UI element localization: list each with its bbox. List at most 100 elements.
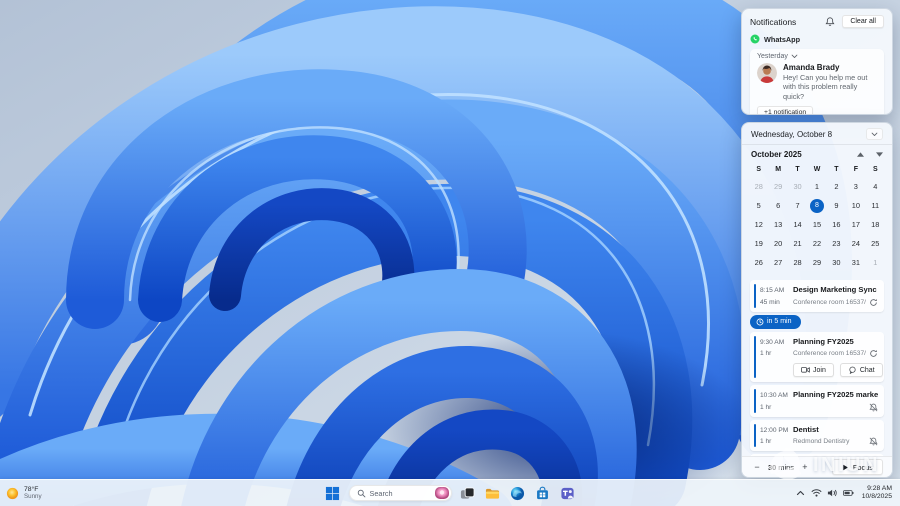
chat-button[interactable]: Chat: [839, 363, 883, 377]
tray-time: 9:28 AM: [867, 484, 892, 492]
calendar-day[interactable]: 2: [827, 177, 846, 196]
calendar-day[interactable]: 27: [768, 253, 787, 272]
calendar-day[interactable]: 13: [768, 215, 787, 234]
event-line2: 1 hr Redmond Dentistry: [760, 437, 878, 446]
calendar-collapse-button[interactable]: [866, 128, 883, 140]
wifi-button[interactable]: [811, 488, 822, 498]
notification-group-row[interactable]: Yesterday: [757, 53, 877, 60]
bell-icon: [825, 16, 835, 27]
increase-duration-button[interactable]: +: [799, 462, 811, 472]
event-buttons: Join Chat: [793, 363, 883, 377]
calendar-day[interactable]: 1: [807, 177, 826, 196]
calendar-day[interactable]: 22: [807, 234, 826, 253]
calendar-prev-month-button[interactable]: [856, 152, 864, 158]
notification-app-name: WhatsApp: [764, 34, 801, 44]
teams-button[interactable]: [559, 484, 577, 502]
calendar-day[interactable]: 4: [866, 177, 885, 196]
notification-message: Hey! Can you help me out with this probl…: [783, 73, 868, 101]
calendar-day[interactable]: 15: [807, 215, 826, 234]
calendar-day[interactable]: 25: [866, 234, 885, 253]
day-of-week-header: F: [853, 166, 858, 173]
calendar-day[interactable]: 14: [788, 215, 807, 234]
clear-all-button[interactable]: Clear all: [842, 15, 884, 28]
task-view-button[interactable]: [459, 484, 477, 502]
start-button[interactable]: [324, 484, 342, 502]
calendar-day[interactable]: 20: [768, 234, 787, 253]
caret-down-icon: [875, 152, 883, 157]
event-line2: 1 hr: [760, 403, 878, 412]
event-card[interactable]: 2:30 PMPeople managers sync: [750, 454, 884, 456]
calendar-day[interactable]: 19: [749, 234, 768, 253]
events-list: 8:15 AM Design Marketing Sync 45 min Confer…: [742, 276, 892, 456]
bell-muted-icon: [869, 437, 878, 446]
calendar-day[interactable]: 30: [788, 177, 807, 196]
day-of-week-header: S: [756, 166, 762, 173]
event-card[interactable]: 8:15 AM Design Marketing Sync 45 min Confer…: [750, 280, 884, 312]
calendar-day[interactable]: 9: [827, 196, 846, 215]
calendar-month-row: October 2025: [742, 145, 892, 160]
show-hidden-icons-button[interactable]: [795, 488, 806, 498]
calendar-day[interactable]: 11: [866, 196, 885, 215]
calendar-day[interactable]: 28: [788, 253, 807, 272]
event-button-label: Join: [813, 366, 826, 374]
clock[interactable]: 9:28 AM 10/8/2025: [859, 484, 895, 503]
event-line1: 10:30 AM Planning FY2025 marketing: [760, 390, 878, 399]
weather-widget[interactable]: 78°F Sunny: [6, 486, 42, 501]
focus-button-label: Focus: [852, 462, 873, 472]
focus-button[interactable]: Focus: [831, 459, 883, 475]
volume-button[interactable]: [827, 488, 838, 498]
search-icon: [357, 489, 366, 498]
calendar-day[interactable]: 8: [809, 198, 824, 213]
calendar-day[interactable]: 18: [866, 215, 885, 234]
calendar-day[interactable]: 16: [827, 215, 846, 234]
day-of-week-header: S: [872, 166, 878, 173]
calendar-day[interactable]: 28: [749, 177, 768, 196]
event-line2: 1 hr Conference room 16537/AV: [760, 349, 878, 358]
notification-settings-button[interactable]: [822, 15, 837, 28]
notifications-panel: Notifications Clear all WhatsApp Yesterd…: [741, 8, 893, 115]
event-title: Planning FY2025 marketing: [793, 390, 878, 399]
battery-button[interactable]: [842, 488, 854, 498]
notification-card[interactable]: Yesterday Amanda Brady Hey! Can you help…: [750, 49, 884, 114]
store-button[interactable]: [534, 484, 552, 502]
event-title: Design Marketing Sync: [793, 285, 877, 294]
tray-icons: [795, 488, 854, 498]
search-box[interactable]: Search: [348, 485, 452, 501]
decrease-duration-button[interactable]: −: [751, 462, 763, 472]
event-card[interactable]: 9:30 AM Planning FY2025 1 hr Conference roo…: [750, 331, 884, 382]
focus-duration-unit: mins: [778, 462, 794, 472]
edge-icon: [510, 486, 525, 501]
calendar-day[interactable]: 3: [846, 177, 865, 196]
camera-icon: [801, 366, 810, 374]
calendar-day[interactable]: 5: [749, 196, 768, 215]
join-button[interactable]: Join: [793, 363, 834, 377]
calendar-day[interactable]: 7: [788, 196, 807, 215]
event-time: 12:00 PM: [760, 426, 789, 434]
calendar-month-label[interactable]: October 2025: [751, 150, 802, 159]
edge-button[interactable]: [509, 484, 527, 502]
calendar-day[interactable]: 29: [768, 177, 787, 196]
calendar-day[interactable]: 21: [788, 234, 807, 253]
calendar-day[interactable]: 6: [768, 196, 787, 215]
day-of-week-header: W: [813, 166, 821, 173]
calendar-day[interactable]: 26: [749, 253, 768, 272]
calendar-day[interactable]: 31: [846, 253, 865, 272]
reminder-pill: in 5 min: [750, 314, 801, 329]
calendar-day[interactable]: 30: [827, 253, 846, 272]
event-location: Redmond Dentistry: [793, 438, 850, 445]
calendar-day[interactable]: 17: [846, 215, 865, 234]
event-card[interactable]: 12:00 PM Dentist 1 hr Redmond Dentistry: [750, 419, 884, 451]
calendar-day[interactable]: 24: [846, 234, 865, 253]
calendar-day[interactable]: 23: [827, 234, 846, 253]
calendar-day[interactable]: 12: [749, 215, 768, 234]
taskbar-app-icons: [459, 484, 577, 502]
calendar-day[interactable]: 10: [846, 196, 865, 215]
file-explorer-button[interactable]: [484, 484, 502, 502]
event-duration: 1 hr: [760, 403, 772, 411]
calendar-day[interactable]: 1: [866, 253, 885, 272]
calendar-next-month-button[interactable]: [875, 152, 883, 158]
calendar-day[interactable]: 29: [807, 253, 826, 272]
event-card[interactable]: 10:30 AM Planning FY2025 marketing 1 hr: [750, 385, 884, 417]
event-title: Dentist: [793, 424, 819, 434]
more-notifications-button[interactable]: +1 notification: [757, 106, 814, 114]
